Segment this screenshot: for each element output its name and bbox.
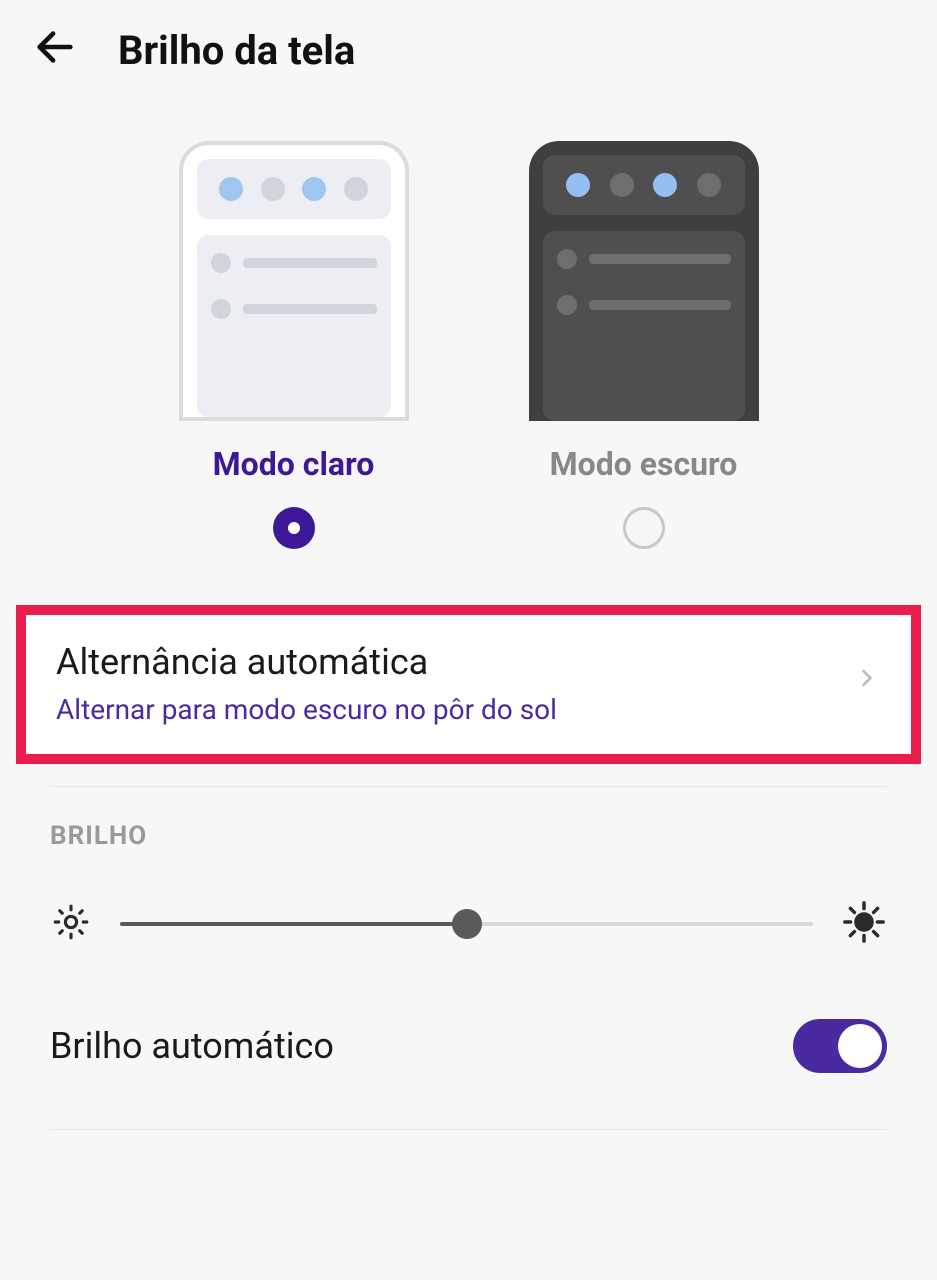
auto-switch-title: Alternância automática — [56, 641, 853, 683]
auto-brightness-label: Brilho automático — [50, 1025, 334, 1067]
back-arrow-icon[interactable] — [32, 24, 78, 77]
chevron-right-icon — [853, 656, 881, 711]
auto-brightness-toggle[interactable] — [793, 1019, 887, 1073]
auto-switch-subtitle: Alternar para modo escuro no pôr do sol — [56, 693, 853, 726]
light-preview — [179, 141, 409, 421]
dark-radio[interactable] — [623, 507, 665, 549]
theme-option-light[interactable]: Modo claro — [179, 141, 409, 549]
auto-brightness-row: Brilho automático — [0, 949, 937, 1073]
brightness-header: BRILHO — [50, 821, 887, 851]
auto-switch-row[interactable]: Alternância automática Alternar para mod… — [16, 605, 921, 764]
theme-selector: Modo claro Modo escuro — [0, 101, 937, 579]
brightness-high-icon — [841, 899, 887, 949]
theme-option-dark[interactable]: Modo escuro — [529, 141, 759, 549]
brightness-low-icon — [50, 901, 92, 947]
slider-thumb[interactable] — [452, 909, 482, 939]
page-title: Brilho da tela — [118, 27, 355, 74]
dark-preview — [529, 141, 759, 421]
dark-label: Modo escuro — [550, 445, 738, 483]
brightness-section: BRILHO — [0, 787, 937, 949]
light-label: Modo claro — [213, 445, 375, 483]
divider — [50, 1129, 887, 1130]
light-radio[interactable] — [273, 507, 315, 549]
brightness-slider[interactable] — [120, 911, 813, 937]
